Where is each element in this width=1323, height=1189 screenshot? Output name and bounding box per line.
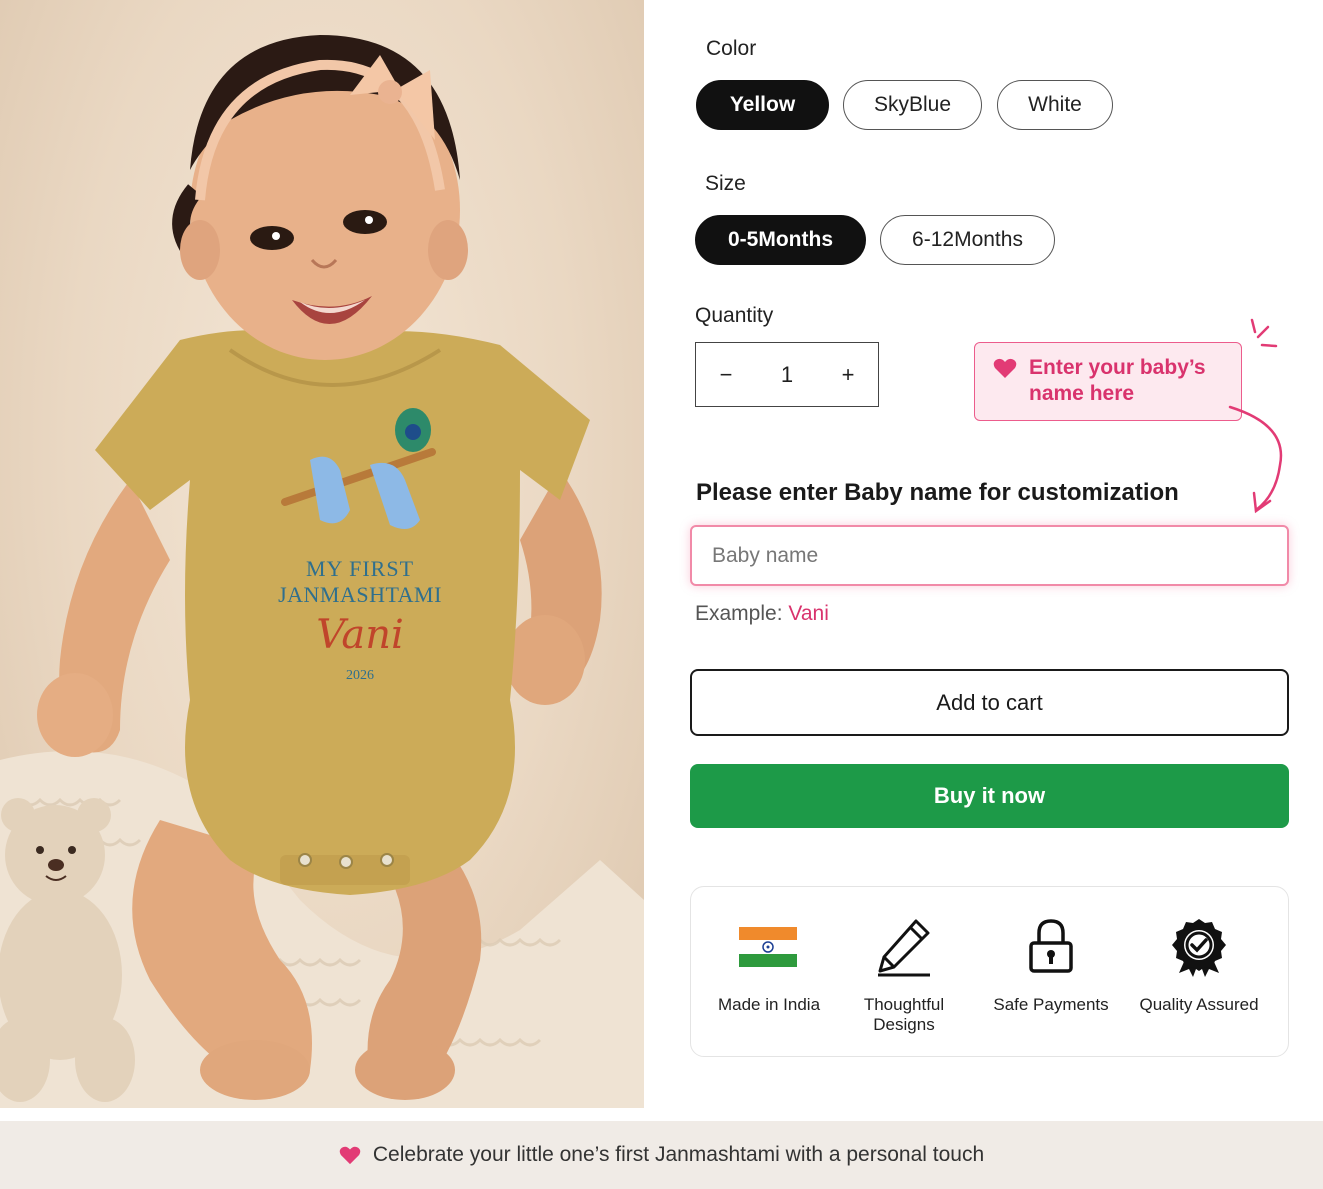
- heart-icon: [993, 357, 1017, 386]
- customization-title: Please enter Baby name for customization: [696, 479, 1179, 506]
- footer-banner: Celebrate your little one’s first Janmas…: [0, 1121, 1323, 1189]
- baby-name-input[interactable]: [690, 525, 1289, 586]
- badge-label: Thoughtful Designs: [863, 995, 945, 1034]
- example-value: Vani: [788, 602, 829, 625]
- name-hint-callout: Enter your baby’s name here: [974, 342, 1242, 421]
- add-to-cart-button[interactable]: Add to cart: [690, 669, 1289, 736]
- lock-icon: [1021, 917, 1081, 977]
- pencil-icon: [874, 917, 934, 977]
- quantity-value[interactable]: 1: [775, 362, 799, 388]
- india-flag-icon: [739, 917, 799, 977]
- onesie-print-name: Vani: [316, 612, 404, 658]
- color-option-yellow[interactable]: Yellow: [696, 80, 829, 130]
- onesie-print-line2: JANMASHTAMI: [278, 582, 442, 607]
- badge-label: Quality Assured: [1139, 995, 1259, 1014]
- color-label: Color: [706, 37, 757, 60]
- quantity-increase-button[interactable]: +: [836, 362, 860, 388]
- quantity-stepper: − 1 +: [695, 342, 879, 407]
- badge-label: Made in India: [717, 995, 821, 1014]
- color-option-skyblue[interactable]: SkyBlue: [843, 80, 982, 130]
- color-option-white[interactable]: White: [997, 80, 1113, 130]
- size-option-0-5months[interactable]: 0-5Months: [695, 215, 866, 265]
- quantity-decrease-button[interactable]: −: [714, 362, 738, 388]
- size-option-6-12months[interactable]: 6-12Months: [880, 215, 1055, 265]
- baby-illustration: [0, 35, 644, 1108]
- trust-badges: Made in India Thoughtful Designs Safe Pa…: [690, 886, 1289, 1057]
- onesie-print-year: 2026: [346, 668, 374, 683]
- hint-line1: Enter your baby’s: [1029, 356, 1206, 379]
- buy-now-button[interactable]: Buy it now: [690, 764, 1289, 828]
- heart-icon: [339, 1145, 361, 1165]
- onesie-print-line1: MY FIRST: [305, 556, 415, 581]
- award-icon: [1169, 917, 1229, 977]
- example-text: Example: Vani: [695, 602, 829, 626]
- hint-line2: name here: [1029, 382, 1135, 405]
- hint-arrow-icon: [1228, 318, 1283, 514]
- footer-text: Celebrate your little one’s first Janmas…: [372, 1143, 985, 1166]
- product-image: MY FIRST JANMASHTAMI Vani 2026: [0, 0, 644, 1108]
- example-label: Example:: [695, 602, 783, 625]
- quantity-label: Quantity: [695, 304, 774, 327]
- badge-label: Safe Payments: [993, 995, 1109, 1014]
- size-label: Size: [705, 172, 746, 195]
